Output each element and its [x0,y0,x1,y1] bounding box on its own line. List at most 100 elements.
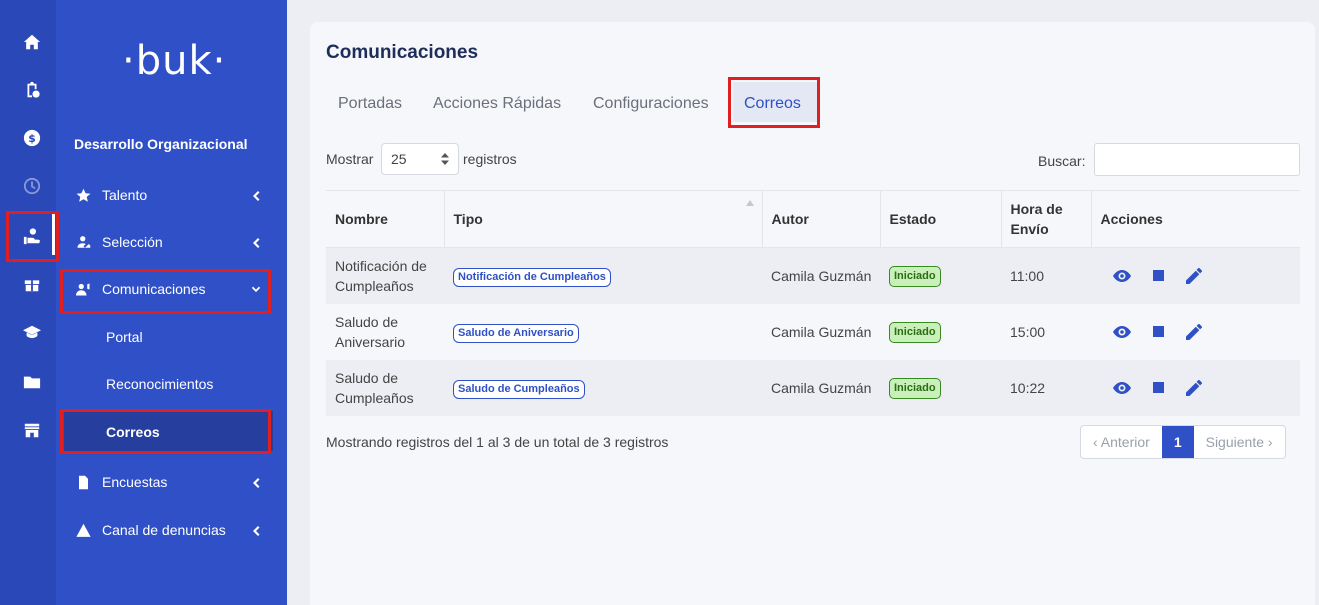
pagination-next[interactable]: Siguiente › [1194,426,1285,458]
active-subitem-background [64,411,273,451]
mails-table: Nombre Tipo Autor Estado Hora de Envío A… [326,190,1300,416]
stop-icon[interactable] [1148,322,1168,342]
chevron-left-icon [251,476,261,488]
chevron-down-icon [251,283,261,295]
cell-tipo: Notificación de Cumpleaños [444,247,762,304]
records-label: registros [463,151,517,167]
cell-estado: Iniciado [880,247,1001,304]
rail-active-indicator [52,213,55,255]
page-title: Comunicaciones [326,42,479,63]
chevron-left-icon [251,524,261,536]
cell-acciones [1091,303,1300,360]
sidebar-item-label: Encuestas [102,474,168,490]
folder-icon[interactable] [22,372,42,392]
pencil-icon[interactable] [1184,266,1204,286]
col-hora-envio[interactable]: Hora de Envío [1000,190,1091,248]
cell-hora: 15:00 [1001,303,1091,360]
cell-estado: Iniciado [880,303,1001,360]
tab-configuraciones[interactable]: Configuraciones [593,95,709,113]
cell-autor: Camila Guzmán [762,303,880,360]
tab-acciones-rapidas[interactable]: Acciones Rápidas [433,95,561,113]
status-badge: Iniciado [889,378,941,399]
pencil-icon[interactable] [1184,378,1204,398]
col-acciones: Acciones [1090,190,1300,248]
table-row: Saludo de Aniversario Saludo de Aniversa… [326,303,1300,360]
tipo-badge: Saludo de Aniversario [453,323,579,343]
tipo-badge: Notificación de Cumpleaños [453,267,611,287]
chevron-left-icon [251,236,261,248]
sidebar-item-label: Canal de denuncias [102,522,226,538]
pagination-page-current[interactable]: 1 [1161,426,1194,458]
sidebar-item-label: Talento [102,187,148,203]
eye-icon[interactable] [1112,378,1132,398]
col-autor[interactable]: Autor [761,190,880,248]
chevron-left-icon [251,189,261,201]
hand-user-icon[interactable] [22,226,42,246]
store-icon[interactable] [22,420,42,440]
cell-nombre: Notificación de Cumpleaños [326,247,444,304]
star-icon [75,187,91,203]
svg-text:$: $ [28,132,36,145]
user-handshake-icon [75,234,91,250]
sidebar-subitem-correos[interactable]: Correos [106,424,160,440]
status-badge: Iniciado [889,266,941,288]
table-info: Mostrando registros del 1 al 3 de un tot… [326,434,669,450]
cell-hora: 10:22 [1001,359,1091,416]
sidebar-item-seleccion[interactable]: Selección [56,224,287,260]
pagination-prev[interactable]: ‹ Anterior [1081,426,1162,458]
status-badge: Iniciado [889,322,941,343]
warning-icon [75,522,91,538]
tipo-badge: Saludo de Cumpleaños [453,379,585,399]
sidebar-item-encuestas[interactable]: Encuestas [56,464,287,500]
clock-icon[interactable] [22,176,42,196]
col-tipo-label: Tipo [453,211,483,227]
cell-nombre: Saludo de Cumpleaños [326,359,444,416]
col-estado[interactable]: Estado [879,190,1001,248]
sidebar-item-comunicaciones[interactable]: Comunicaciones [56,271,287,307]
sidebar-item-canal-denuncias[interactable]: Canal de denuncias [56,512,287,548]
sidebar-item-label: Comunicaciones [102,281,206,297]
sidebar-subitem-reconocimientos[interactable]: Reconocimientos [106,376,213,392]
col-nombre[interactable]: Nombre [326,190,444,248]
cell-tipo: Saludo de Cumpleaños [444,359,762,416]
clipboard-clock-icon[interactable] [22,80,42,100]
sidebar-item-talento[interactable]: Talento [56,177,287,213]
show-label: Mostrar [326,151,374,167]
cell-autor: Camila Guzmán [762,359,880,416]
users-voice-icon [75,281,91,297]
cell-nombre: Saludo de Aniversario [326,303,444,360]
main-card: Comunicaciones Portadas Acciones Rápidas… [310,22,1315,605]
page-size-select[interactable]: 25 [381,143,459,175]
stop-icon[interactable] [1148,266,1168,286]
tab-portadas[interactable]: Portadas [338,95,402,113]
cell-acciones [1091,359,1300,416]
cell-acciones [1091,247,1300,304]
gift-icon[interactable] [22,274,42,294]
eye-icon[interactable] [1112,266,1132,286]
table-row: Saludo de Cumpleaños Saludo de Cumpleaño… [326,359,1300,416]
sort-arrows-icon [441,153,449,165]
buk-logo[interactable]: ·buk· [122,38,226,84]
pagination-next-label: Siguiente [1205,434,1264,450]
cell-estado: Iniciado [880,359,1001,416]
search-input[interactable] [1094,143,1300,176]
page-size-value: 25 [391,151,407,167]
home-icon[interactable] [22,32,42,52]
cell-tipo: Saludo de Aniversario [444,303,762,360]
col-tipo[interactable]: Tipo [443,190,762,248]
tab-correos[interactable]: Correos [744,95,801,113]
pencil-icon[interactable] [1184,322,1204,342]
stop-icon[interactable] [1148,378,1168,398]
search-label: Buscar: [1038,153,1086,169]
sidebar-subitem-portal[interactable]: Portal [106,329,143,345]
cell-autor: Camila Guzmán [762,247,880,304]
sort-asc-icon [745,200,754,206]
table-row: Notificación de Cumpleaños Notificación … [326,247,1300,304]
dollar-icon[interactable]: $ [22,128,42,148]
eye-icon[interactable] [1112,322,1132,342]
table-header-row: Nombre Tipo Autor Estado Hora de Envío A… [326,190,1300,248]
sidebar-item-label: Selección [102,234,163,250]
graduation-cap-icon[interactable] [22,322,42,342]
icon-rail: $ [0,0,56,605]
section-title: Desarrollo Organizacional [74,136,248,152]
